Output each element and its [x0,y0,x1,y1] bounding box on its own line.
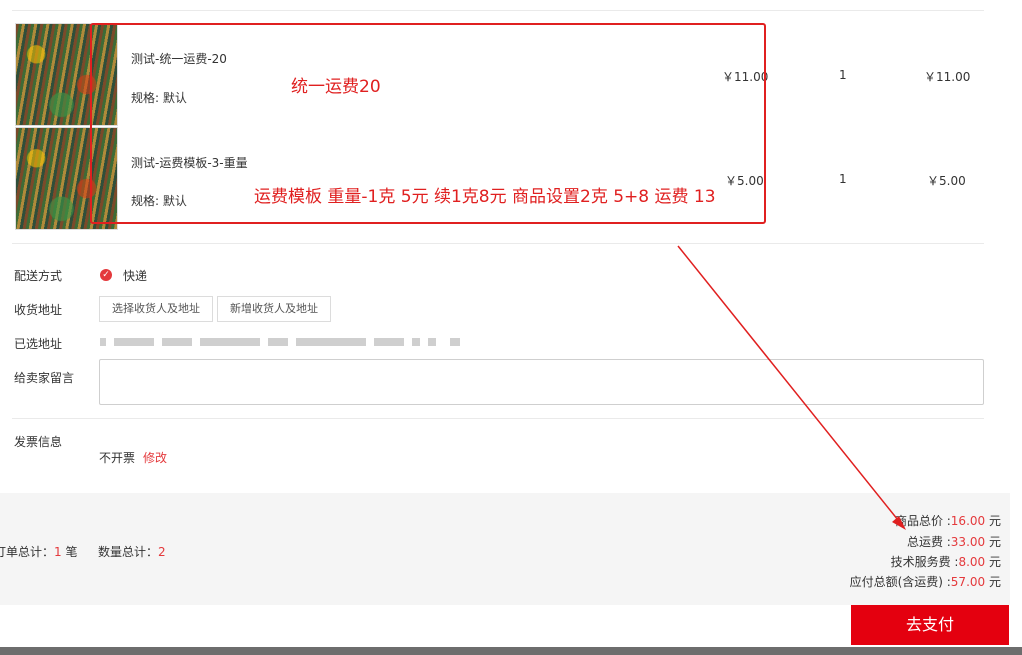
annotation-arrow-icon [677,245,906,530]
